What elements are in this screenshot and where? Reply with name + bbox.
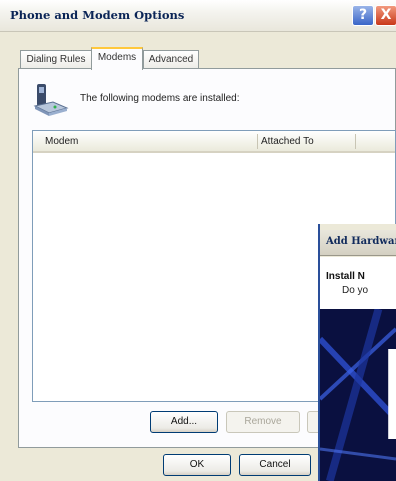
help-button[interactable]: ? (352, 5, 374, 26)
modem-phone-icon (33, 84, 69, 116)
close-button[interactable]: X (375, 5, 396, 26)
column-divider[interactable] (355, 134, 356, 149)
tab-dialing-rules[interactable]: Dialing Rules (20, 50, 92, 69)
add-hardware-wizard-window[interactable]: Add Hardware Install N Do yo (318, 224, 396, 481)
remove-button[interactable]: Remove (226, 411, 300, 433)
column-divider[interactable] (257, 134, 258, 149)
window-title: Phone and Modem Options (10, 8, 185, 22)
modems-intro-text: The following modems are installed: (80, 93, 240, 104)
column-header-attached-to[interactable]: Attached To (261, 136, 314, 147)
phone-and-modem-options-dialog: Phone and Modem Options ? X Dialing Rule… (0, 0, 396, 481)
add-button[interactable]: Add... (150, 411, 218, 433)
add-hardware-title: Add Hardware (326, 236, 396, 247)
add-hardware-subtext: Do yo (342, 285, 369, 296)
cancel-button[interactable]: Cancel (239, 454, 311, 476)
add-hardware-heading: Install N (326, 271, 365, 282)
modems-list-header: Modem Attached To (33, 131, 395, 153)
add-hardware-header: Install N Do yo (320, 257, 396, 309)
ok-button[interactable]: OK (163, 454, 231, 476)
tab-modems[interactable]: Modems (91, 47, 143, 70)
title-bar[interactable]: Phone and Modem Options ? X (0, 0, 396, 32)
column-header-modem[interactable]: Modem (45, 136, 78, 147)
tab-advanced[interactable]: Advanced (143, 50, 199, 69)
add-hardware-title-bar[interactable]: Add Hardware (320, 230, 396, 256)
wizard-banner-graphic (320, 309, 396, 481)
